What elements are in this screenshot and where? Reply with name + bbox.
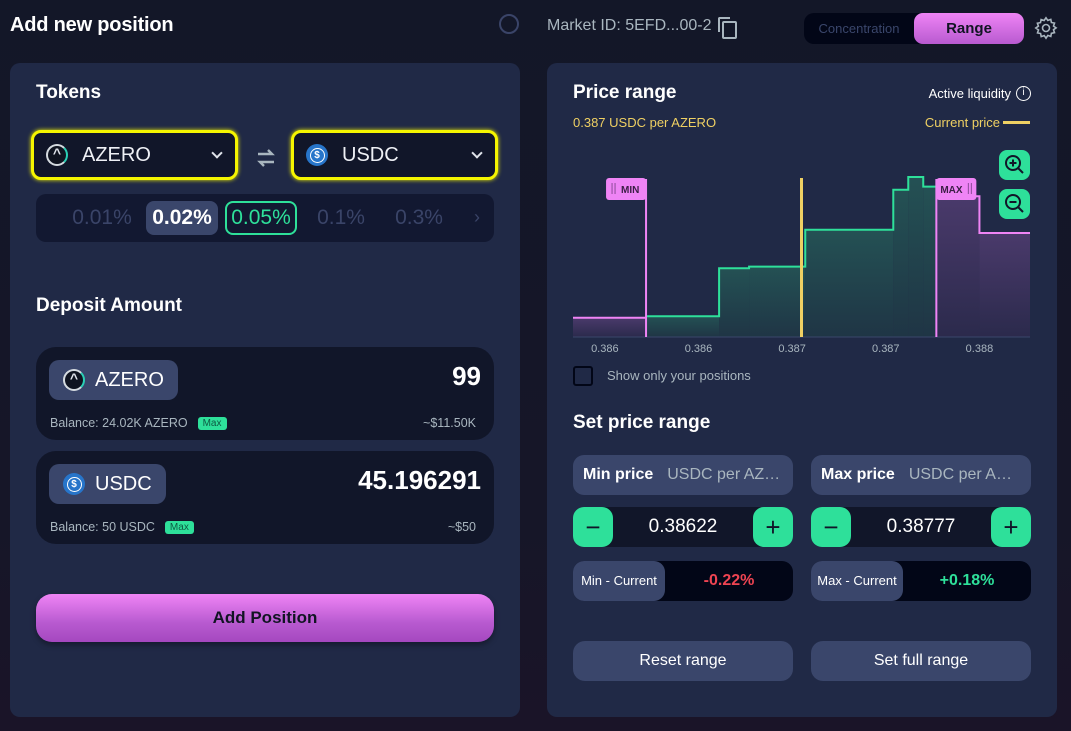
fee-option[interactable]: 0.01%	[66, 201, 138, 235]
copy-icon[interactable]	[717, 17, 737, 39]
balance-usdc: Balance: 50 USDC Max	[50, 520, 194, 534]
min-price-header: Min price USDC per AZERO	[573, 455, 793, 495]
x-tick-label: 0.388	[966, 343, 994, 355]
current-price-text: 0.387 USDC per AZERO	[573, 115, 717, 130]
max-price-header: Max price USDC per AZERO	[811, 455, 1031, 495]
reset-range-button[interactable]: Reset range	[573, 641, 793, 681]
mode-range-button[interactable]: Range	[914, 13, 1024, 44]
chevron-right-icon[interactable]: ›	[474, 207, 480, 228]
liquidity-bar	[719, 268, 750, 337]
set-full-range-button[interactable]: Set full range	[811, 641, 1031, 681]
x-tick-label: 0.386	[685, 343, 713, 355]
current-price-legend-line	[1003, 121, 1030, 124]
liquidity-bar	[936, 196, 980, 337]
token-b-select[interactable]: $ USDC	[291, 130, 498, 180]
max-button[interactable]: Max	[164, 520, 194, 534]
x-tick-label: 0.386	[591, 343, 619, 355]
market-id: Market ID: 5EFD...00-2	[547, 17, 737, 39]
x-tick-label: 0.387	[778, 343, 806, 355]
token-chip-name: AZERO	[95, 368, 164, 391]
min-handle-label: MIN	[621, 185, 639, 196]
mode-toggle: Concentration Range	[804, 13, 1024, 44]
max-price-unit: USDC per AZERO	[908, 466, 1021, 483]
fee-option[interactable]: 0.3%	[384, 201, 454, 235]
liquidity-chart[interactable]: MIN MAX 0.386 0.386 0.387 0.387 0.388	[573, 175, 1030, 355]
min-current-value: -0.22%	[703, 572, 755, 589]
current-price-label: Current price	[924, 115, 1000, 130]
max-price-increment-button[interactable]: +	[991, 507, 1031, 547]
balance-text: Balance: 50 USDC	[50, 520, 155, 534]
page-title: Add new position	[10, 14, 174, 36]
usdc-icon: $	[306, 144, 328, 166]
max-current-value: +0.18%	[939, 572, 995, 589]
max-handle-label: MAX	[940, 185, 963, 196]
right-panel	[547, 63, 1057, 717]
fee-option-best[interactable]: 0.05%	[225, 201, 297, 235]
liquidity-bar	[573, 317, 647, 337]
token-a-name: AZERO	[82, 143, 151, 166]
price-range-title: Price range	[573, 82, 677, 103]
usdc-icon: $	[63, 473, 85, 495]
max-price-stepper: − +	[811, 507, 1031, 547]
azero-icon	[46, 144, 68, 166]
max-price-input[interactable]	[861, 516, 981, 538]
token-a-select[interactable]: AZERO	[31, 130, 238, 180]
deposit-usdc: $ USDC Balance: 50 USDC Max ~$50	[36, 451, 494, 544]
active-liquidity-legend: Active liquidity i	[929, 86, 1031, 101]
min-current-label: Min - Current	[573, 561, 665, 601]
min-current-diff: Min - Current -0.22%	[573, 561, 793, 601]
max-current-label: Max - Current	[811, 561, 903, 601]
tokens-title: Tokens	[36, 82, 102, 103]
token-chip-usdc[interactable]: $ USDC	[49, 464, 166, 504]
market-id-text: Market ID: 5EFD...00-2	[547, 17, 712, 34]
deposit-title: Deposit Amount	[36, 295, 183, 316]
max-price-decrement-button[interactable]: −	[811, 507, 851, 547]
info-icon[interactable]: i	[1016, 86, 1031, 101]
liquidity-bar	[646, 316, 720, 337]
token-chip-azero[interactable]: AZERO	[49, 360, 178, 400]
min-price-stepper: − +	[573, 507, 793, 547]
usd-value: ~$50	[447, 520, 476, 534]
current-price-legend: Current price	[925, 115, 1030, 130]
liquidity-bar	[908, 177, 924, 337]
max-button[interactable]: Max	[197, 416, 227, 430]
swap-tokens-icon[interactable]	[254, 148, 278, 168]
token-b-name: USDC	[342, 143, 399, 166]
show-only-positions-checkbox[interactable]	[573, 366, 593, 386]
max-current-diff: Max - Current +0.18%	[811, 561, 1031, 601]
liquidity-bar	[893, 189, 909, 337]
min-price-input[interactable]	[623, 516, 743, 538]
min-price-unit: USDC per AZERO	[667, 466, 783, 483]
azero-icon	[63, 369, 85, 391]
add-position-button[interactable]: Add Position	[36, 594, 494, 642]
chevron-down-icon	[471, 147, 483, 159]
min-price-increment-button[interactable]: +	[753, 507, 793, 547]
zoom-in-icon	[1005, 155, 1024, 174]
usd-value: ~$11.50K	[423, 416, 476, 430]
amount-input-azero[interactable]	[221, 361, 481, 392]
max-price-label: Max price	[821, 466, 895, 483]
mode-concentration-button[interactable]: Concentration	[804, 21, 914, 36]
liquidity-bar	[923, 186, 937, 337]
liquidity-bar	[979, 233, 1030, 337]
chevron-down-icon	[211, 147, 223, 159]
token-chip-name: USDC	[95, 472, 152, 495]
settings-gear-icon[interactable]	[1034, 16, 1058, 40]
balance-azero: Balance: 24.02K AZERO Max	[50, 416, 227, 430]
x-tick-label: 0.387	[872, 343, 900, 355]
min-price-label: Min price	[583, 466, 654, 483]
set-price-range-title: Set price range	[573, 412, 711, 433]
loading-spinner-icon	[499, 14, 519, 34]
min-price-decrement-button[interactable]: −	[573, 507, 613, 547]
liquidity-bar	[805, 229, 894, 337]
show-only-positions-label: Show only your positions	[607, 368, 751, 383]
fee-option-selected[interactable]: 0.02%	[146, 201, 218, 235]
amount-input-usdc[interactable]	[221, 465, 481, 496]
fee-option[interactable]: 0.1%	[306, 201, 376, 235]
fee-tier-selector: 0.01% 0.02% 0.05% 0.1% 0.3% ›	[36, 194, 494, 242]
liquidity-bar	[749, 266, 806, 337]
balance-text: Balance: 24.02K AZERO	[50, 416, 188, 430]
active-liquidity-label: Active liquidity	[928, 86, 1011, 101]
deposit-azero: AZERO Balance: 24.02K AZERO Max ~$11.50K	[36, 347, 494, 440]
